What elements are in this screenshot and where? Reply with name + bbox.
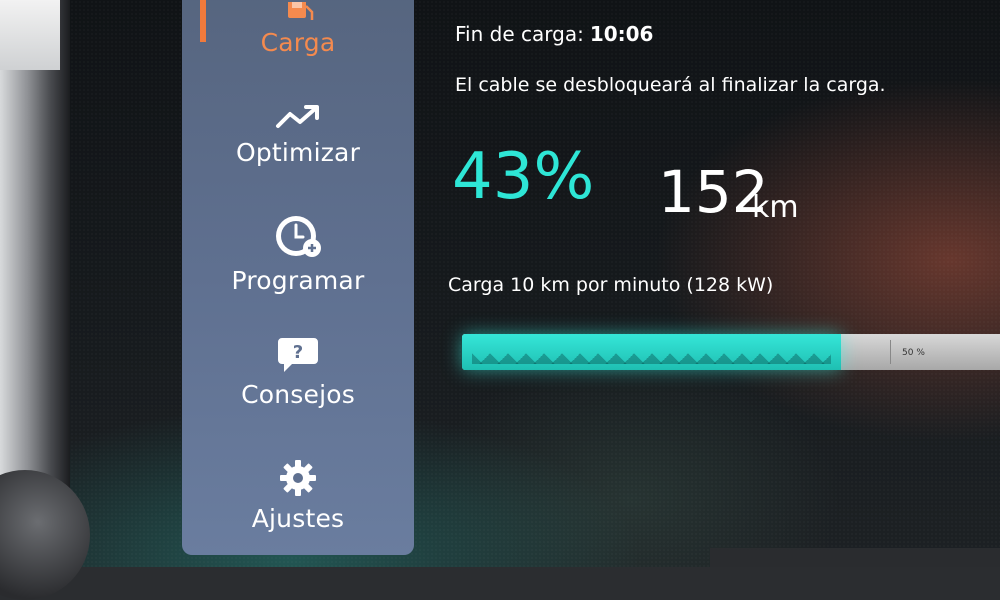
sidebar-item-consejos[interactable]: ? Consejos bbox=[182, 334, 414, 409]
charge-progress-bar: 50 % bbox=[462, 334, 1000, 370]
sidebar-item-ajustes[interactable]: Ajustes bbox=[182, 458, 414, 533]
trend-up-icon bbox=[276, 105, 319, 128]
charge-rate: Carga 10 km por minuto (128 kW) bbox=[448, 274, 774, 296]
sidebar-item-label: Programar bbox=[231, 266, 365, 295]
sidebar-item-label: Consejos bbox=[241, 380, 355, 409]
active-indicator bbox=[200, 0, 206, 42]
cable-unlock-message: El cable se desbloqueará al finalizar la… bbox=[455, 74, 886, 96]
progress-midpoint-tick bbox=[890, 340, 891, 364]
sidebar-item-carga[interactable]: Carga bbox=[182, 2, 414, 57]
clock-plug-icon bbox=[276, 216, 321, 257]
sidebar-item-label: Ajustes bbox=[251, 504, 345, 533]
sidebar-item-optimizar[interactable]: Optimizar bbox=[182, 102, 414, 167]
sidebar-item-label: Optimizar bbox=[235, 138, 361, 167]
question-bubble-icon: ? bbox=[278, 338, 318, 372]
charge-end-time: Fin de carga: 10:06 bbox=[455, 22, 653, 46]
progress-midpoint-label: 50 % bbox=[902, 348, 925, 358]
battery-percent: 43% bbox=[452, 140, 595, 214]
sidebar-item-label: Carga bbox=[260, 28, 336, 57]
sidebar-item-programar[interactable]: Programar bbox=[182, 212, 414, 295]
fuel-pump-icon bbox=[288, 2, 314, 20]
sidebar: Carga Optimizar Programar ? Consejos Aju… bbox=[182, 0, 414, 555]
bottom-panel-edge bbox=[710, 548, 1000, 567]
gear-icon bbox=[280, 460, 316, 496]
charge-fill-pattern bbox=[472, 340, 831, 364]
charge-progress-fill bbox=[462, 334, 841, 370]
charge-end-value: 10:06 bbox=[589, 22, 654, 46]
svg-text:?: ? bbox=[293, 342, 303, 363]
charge-end-label: Fin de carga: bbox=[455, 22, 584, 46]
window-glare bbox=[0, 0, 60, 70]
range-unit: km bbox=[752, 190, 799, 225]
charging-screen: Carga Optimizar Programar ? Consejos Aju… bbox=[70, 0, 1000, 567]
